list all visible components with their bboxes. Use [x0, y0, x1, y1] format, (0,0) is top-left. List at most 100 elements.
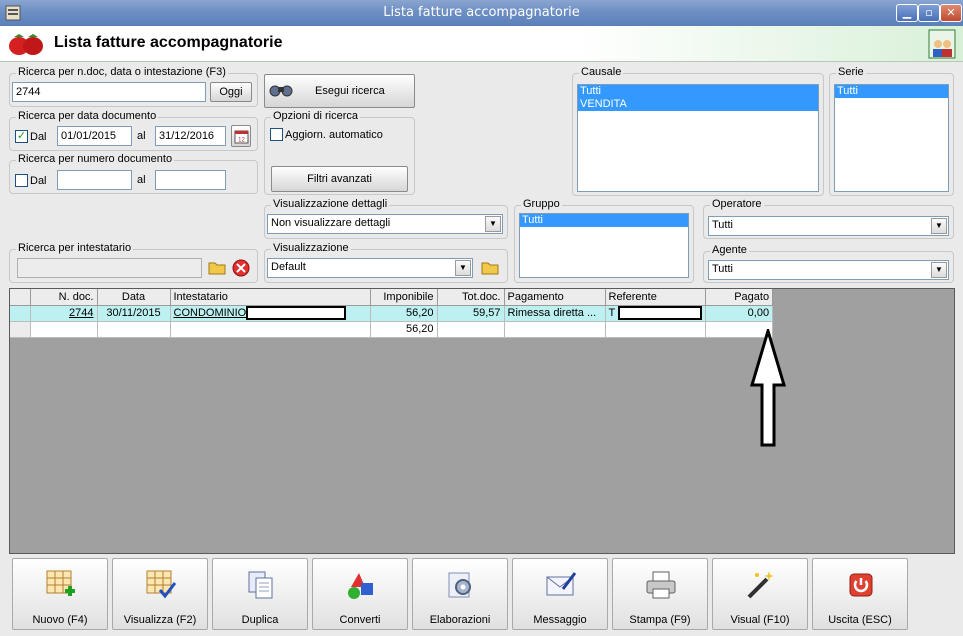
search-options-label: Opzioni di ricerca — [271, 110, 360, 122]
visual-button[interactable]: Visual (F10) — [712, 558, 808, 630]
causale-item-vendita[interactable]: VENDITA — [578, 98, 818, 111]
view-value: Default — [271, 261, 306, 273]
col-pagato[interactable]: Pagato — [705, 289, 774, 306]
duplica-button[interactable]: Duplica — [212, 558, 308, 630]
visual-label: Visual (F10) — [730, 614, 790, 626]
total-ndoc — [30, 321, 98, 338]
serie-listbox[interactable]: Tutti — [834, 84, 949, 192]
folder-icon — [208, 262, 226, 275]
main-search-input[interactable]: 2744 — [12, 82, 206, 102]
visualizza-button[interactable]: Visualizza (F2) — [112, 558, 208, 630]
convert-icon — [348, 573, 373, 599]
col-intestatario[interactable]: Intestatario — [170, 289, 371, 306]
agente-select[interactable]: Tutti ▼ — [708, 260, 949, 280]
auto-update-label: Aggiorn. automatico — [285, 129, 383, 141]
chevron-down-icon[interactable]: ▼ — [485, 216, 501, 232]
holder-search-label: Ricerca per intestatario — [16, 242, 134, 254]
date-al-label: al — [137, 130, 146, 142]
col-ndoc[interactable]: N. doc. — [30, 289, 98, 306]
strawberry-icon — [9, 34, 43, 55]
col-pagamento[interactable]: Pagamento — [504, 289, 606, 306]
agente-label: Agente — [710, 244, 749, 256]
stampa-label: Stampa (F9) — [629, 614, 691, 626]
redaction-box — [618, 306, 703, 320]
details-view-value: Non visualizzare dettagli — [271, 217, 391, 229]
auto-update-checkbox[interactable] — [270, 128, 283, 141]
gruppo-listbox[interactable]: Tutti — [519, 213, 689, 278]
holder-search-input[interactable] — [17, 258, 202, 278]
serie-label: Serie — [836, 66, 866, 78]
title-bar[interactable]: Lista fatture accompagnatorie ▁ ▫ ✕ — [0, 0, 963, 26]
totals-row: 56,20 — [10, 321, 774, 338]
number-to-input[interactable] — [155, 170, 226, 190]
maximize-button[interactable]: ▫ — [918, 4, 940, 22]
printer-icon — [646, 571, 676, 599]
view-select[interactable]: Default ▼ — [267, 258, 473, 278]
serie-item-tutti[interactable]: Tutti — [835, 85, 948, 98]
causale-item-tutti[interactable]: Tutti — [578, 85, 818, 98]
causale-listbox[interactable]: Tutti VENDITA — [577, 84, 819, 192]
message-icon — [546, 572, 577, 596]
total-imponibile: 56,20 — [370, 321, 438, 338]
elaborazioni-label: Elaborazioni — [429, 614, 491, 626]
arrow-up-icon — [749, 329, 787, 447]
total-intestatario — [170, 321, 371, 338]
date-dal-checkbox[interactable]: ✓ — [15, 130, 28, 143]
cell-intestatario[interactable]: CONDOMINIO — [170, 305, 371, 322]
table-row[interactable]: 2744 30/11/2015 CONDOMINIO 56,20 59,57 R… — [10, 305, 774, 322]
details-view-select[interactable]: Non visualizzare dettagli ▼ — [267, 214, 503, 234]
nuovo-button[interactable]: Nuovo (F4) — [12, 558, 108, 630]
chevron-down-icon[interactable]: ▼ — [931, 218, 947, 234]
redaction-box — [246, 306, 347, 320]
converti-label: Converti — [339, 614, 381, 626]
minimize-button[interactable]: ▁ — [896, 4, 918, 22]
col-data[interactable]: Data — [97, 289, 171, 306]
number-al-label: al — [137, 174, 146, 186]
holder-browse-button[interactable] — [207, 258, 227, 278]
magic-wand-icon — [747, 571, 774, 599]
cell-ndoc[interactable]: 2744 — [30, 305, 98, 322]
advanced-filters-button[interactable]: Filtri avanzati — [271, 166, 408, 192]
invoice-grid[interactable]: N. doc. Data Intestatario Imponibile Tot… — [9, 288, 955, 554]
holder-clear-button[interactable] — [231, 258, 251, 278]
operatore-select[interactable]: Tutti ▼ — [708, 216, 949, 236]
uscita-button[interactable]: Uscita (ESC) — [812, 558, 908, 630]
number-from-input[interactable] — [57, 170, 132, 190]
gruppo-item-tutti[interactable]: Tutti — [520, 214, 688, 227]
converti-button[interactable]: Converti — [312, 558, 408, 630]
cell-totdoc: 59,57 — [437, 305, 505, 322]
col-imponibile[interactable]: Imponibile — [370, 289, 438, 306]
run-search-button[interactable]: Esegui ricerca — [264, 74, 415, 108]
uscita-label: Uscita (ESC) — [828, 614, 892, 626]
new-grid-icon — [46, 570, 75, 596]
binoculars-icon — [269, 85, 293, 97]
stampa-button[interactable]: Stampa (F9) — [612, 558, 708, 630]
window-title: Lista fatture accompagnatorie — [383, 5, 580, 20]
col-referente[interactable]: Referente — [605, 289, 707, 306]
number-search-label: Ricerca per numero documento — [16, 153, 175, 165]
chevron-down-icon[interactable]: ▼ — [931, 262, 947, 278]
date-from-input[interactable]: 01/01/2015 — [57, 126, 132, 146]
view-grid-icon — [146, 570, 177, 599]
row-indicator — [10, 321, 31, 338]
run-search-label: Esegui ricerca — [315, 85, 385, 97]
messaggio-button[interactable]: Messaggio — [512, 558, 608, 630]
view-folder-button[interactable] — [480, 258, 500, 278]
date-to-input[interactable]: 31/12/2016 — [155, 126, 226, 146]
agente-value: Tutti — [712, 263, 733, 275]
users-icon[interactable] — [928, 29, 956, 59]
elaborazioni-button[interactable]: Elaborazioni — [412, 558, 508, 630]
today-button[interactable]: Oggi — [210, 82, 252, 102]
close-button[interactable]: ✕ — [940, 4, 962, 22]
date-search-label: Ricerca per data documento — [16, 110, 159, 122]
nuovo-label: Nuovo (F4) — [32, 614, 88, 626]
date-dal-label: Dal — [30, 131, 47, 143]
duplicate-icon — [248, 571, 273, 599]
page-title: Lista fatture accompagnatorie — [54, 34, 283, 51]
chevron-down-icon[interactable]: ▼ — [455, 260, 471, 276]
number-dal-checkbox[interactable] — [15, 174, 28, 187]
col-totdoc[interactable]: Tot.doc. — [437, 289, 505, 306]
folder-icon — [481, 262, 499, 275]
cell-intestatario-text[interactable]: CONDOMINIO — [174, 307, 247, 319]
calendar-button[interactable]: 12 — [231, 125, 251, 147]
